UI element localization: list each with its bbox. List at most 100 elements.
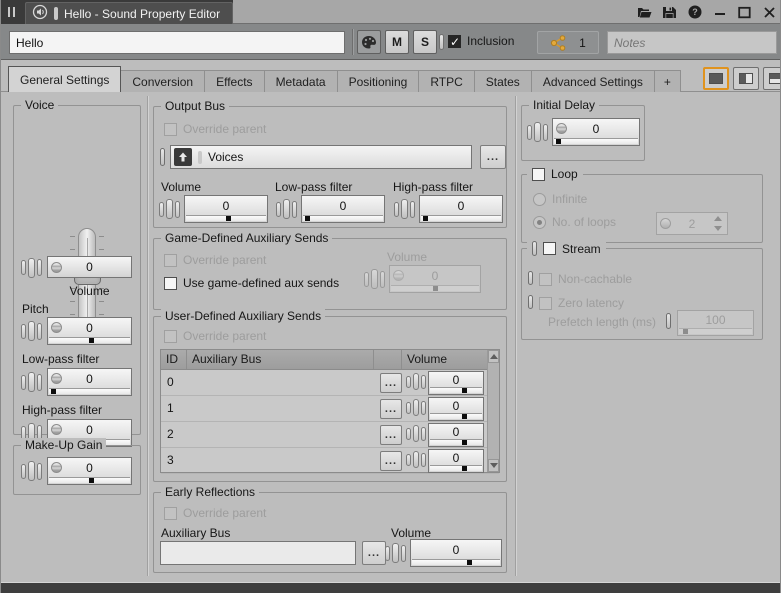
non-cachable-checkbox[interactable]: Non-cachable [539,272,632,286]
mute-button[interactable]: M [385,30,409,54]
aux-bus-browse-button[interactable]: ... [380,425,402,445]
aux-volume-slider-track[interactable] [430,413,482,419]
minimize-icon[interactable] [712,5,727,20]
help-icon[interactable]: ? [687,5,702,20]
bus-lpf-indicator-icons[interactable] [276,195,297,223]
output-bus-selector[interactable]: Voices [170,145,472,169]
tab-positioning[interactable]: Positioning [337,70,420,92]
bus-lpf-input[interactable]: 0 [301,195,385,223]
tab-metadata[interactable]: Metadata [264,70,338,92]
table-scrollbar[interactable] [487,350,499,472]
output-bus-override-checkbox[interactable]: Override parent [164,122,266,136]
stream-checkbox[interactable]: Stream [543,242,601,256]
slider-marker[interactable] [467,560,472,565]
initial-delay-input[interactable]: 0 [552,118,640,146]
makeup-indicator-icons[interactable] [21,457,42,485]
tab-states[interactable]: States [474,70,532,92]
slider-marker[interactable] [462,388,467,393]
prefetch-slider-track[interactable] [679,328,752,334]
makeup-gain-input[interactable]: 0 [47,457,132,485]
tab-conversion[interactable]: Conversion [120,70,205,92]
er-aux-bus-input[interactable] [160,541,356,565]
voice-volume-input[interactable]: 0 [47,256,132,278]
tab-effects[interactable]: Effects [204,70,264,92]
slider-marker[interactable] [433,286,438,291]
loop-checkbox[interactable]: Loop [532,167,578,181]
slider-marker[interactable] [423,216,428,221]
aux-volume-indicator-icons[interactable] [406,399,426,416]
er-volume-indicator-icons[interactable] [385,539,406,567]
col-header-id[interactable]: ID [161,350,187,369]
scroll-up-icon[interactable] [488,350,499,363]
open-folder-icon[interactable] [637,5,652,20]
aux-volume-indicator-icons[interactable] [406,425,426,442]
aux-bus-browse-button[interactable]: ... [380,373,402,393]
bus-lpf-slider-track[interactable] [303,215,383,221]
aux-send-row-2[interactable]: 2 ... 0 [161,422,499,448]
layout-split-horizontal-button[interactable] [763,67,781,90]
notes-input[interactable] [607,31,777,54]
er-volume-slider-track[interactable] [412,559,500,565]
gdas-volume-input[interactable]: 0 [389,265,481,293]
tab-advanced-settings[interactable]: Advanced Settings [531,70,655,92]
zero-latency-indicator-icon[interactable] [528,295,533,309]
solo-button[interactable]: S [413,30,437,54]
er-override-checkbox[interactable]: Override parent [164,506,266,520]
tab-add-button[interactable]: + [654,70,681,92]
loop-count-radio[interactable]: No. of loops [533,215,616,229]
gdas-override-checkbox[interactable]: Override parent [164,253,266,267]
aux-send-row-1[interactable]: 1 ... 0 [161,396,499,422]
sharesets-button[interactable]: 1 [537,31,599,54]
spin-down-icon[interactable] [714,226,722,231]
inclusion-checkbox[interactable]: Inclusion [448,34,514,48]
slider-marker[interactable] [462,414,467,419]
maximize-icon[interactable] [737,5,752,20]
er-volume-input[interactable]: 0 [410,539,502,567]
gdas-volume-indicator-icons[interactable] [364,265,385,293]
aux-send-row-3[interactable]: 3 ... 0 [161,448,499,474]
close-icon[interactable] [762,5,777,20]
col-header-aux-bus[interactable]: Auxiliary Bus [187,350,374,369]
prefetch-length-input[interactable]: 100 [677,310,754,336]
aux-volume-indicator-icons[interactable] [406,373,426,390]
bus-hpf-slider-track[interactable] [421,215,501,221]
delay-indicator-icons[interactable] [527,118,548,146]
bus-volume-indicator-icons[interactable] [159,195,180,223]
lpf-slider-track[interactable] [49,388,130,394]
non-cachable-indicator-icon[interactable] [528,271,533,285]
col-header-browse[interactable] [374,350,402,369]
color-palette-button[interactable] [357,30,381,54]
slider-marker[interactable] [462,440,467,445]
slider-marker[interactable] [226,216,231,221]
loop-count-spinner[interactable]: 2 [656,212,728,235]
aux-volume-slider-track[interactable] [430,439,482,445]
use-game-defined-aux-sends-checkbox[interactable]: Use game-defined aux sends [164,276,339,290]
aux-volume-slider-track[interactable] [430,387,482,393]
slider-marker[interactable] [556,139,561,144]
inclusion-indicator-icon[interactable] [439,34,444,50]
dock-grip-icon[interactable] [8,7,16,17]
delay-slider-track[interactable] [554,138,638,144]
tab-rtpc[interactable]: RTPC [418,70,474,92]
makeup-slider-track[interactable] [49,477,130,483]
volume-indicator-icons[interactable] [21,254,42,281]
bus-link-indicator-icon[interactable] [160,148,165,166]
slider-marker[interactable] [51,389,56,394]
col-header-volume[interactable]: Volume [402,350,486,369]
slider-marker[interactable] [462,466,467,471]
slider-marker[interactable] [305,216,310,221]
spinner-arrows[interactable] [711,214,725,233]
checkbox-check-icon[interactable] [448,35,461,48]
aux-bus-browse-button[interactable]: ... [380,399,402,419]
slider-marker[interactable] [89,478,94,483]
voice-lpf-input[interactable]: 0 [47,368,132,396]
aux-volume-input[interactable]: 0 [428,423,484,447]
stream-indicator-icon[interactable] [532,241,537,256]
pitch-indicator-icons[interactable] [21,317,42,345]
aux-volume-input[interactable]: 0 [428,449,484,473]
aux-volume-input[interactable]: 0 [428,371,484,395]
bus-hpf-input[interactable]: 0 [419,195,503,223]
er-browse-button[interactable]: ... [362,541,386,565]
prefetch-indicator-icon[interactable] [666,313,671,329]
aux-send-row-0[interactable]: 0 ... 0 [161,370,499,396]
